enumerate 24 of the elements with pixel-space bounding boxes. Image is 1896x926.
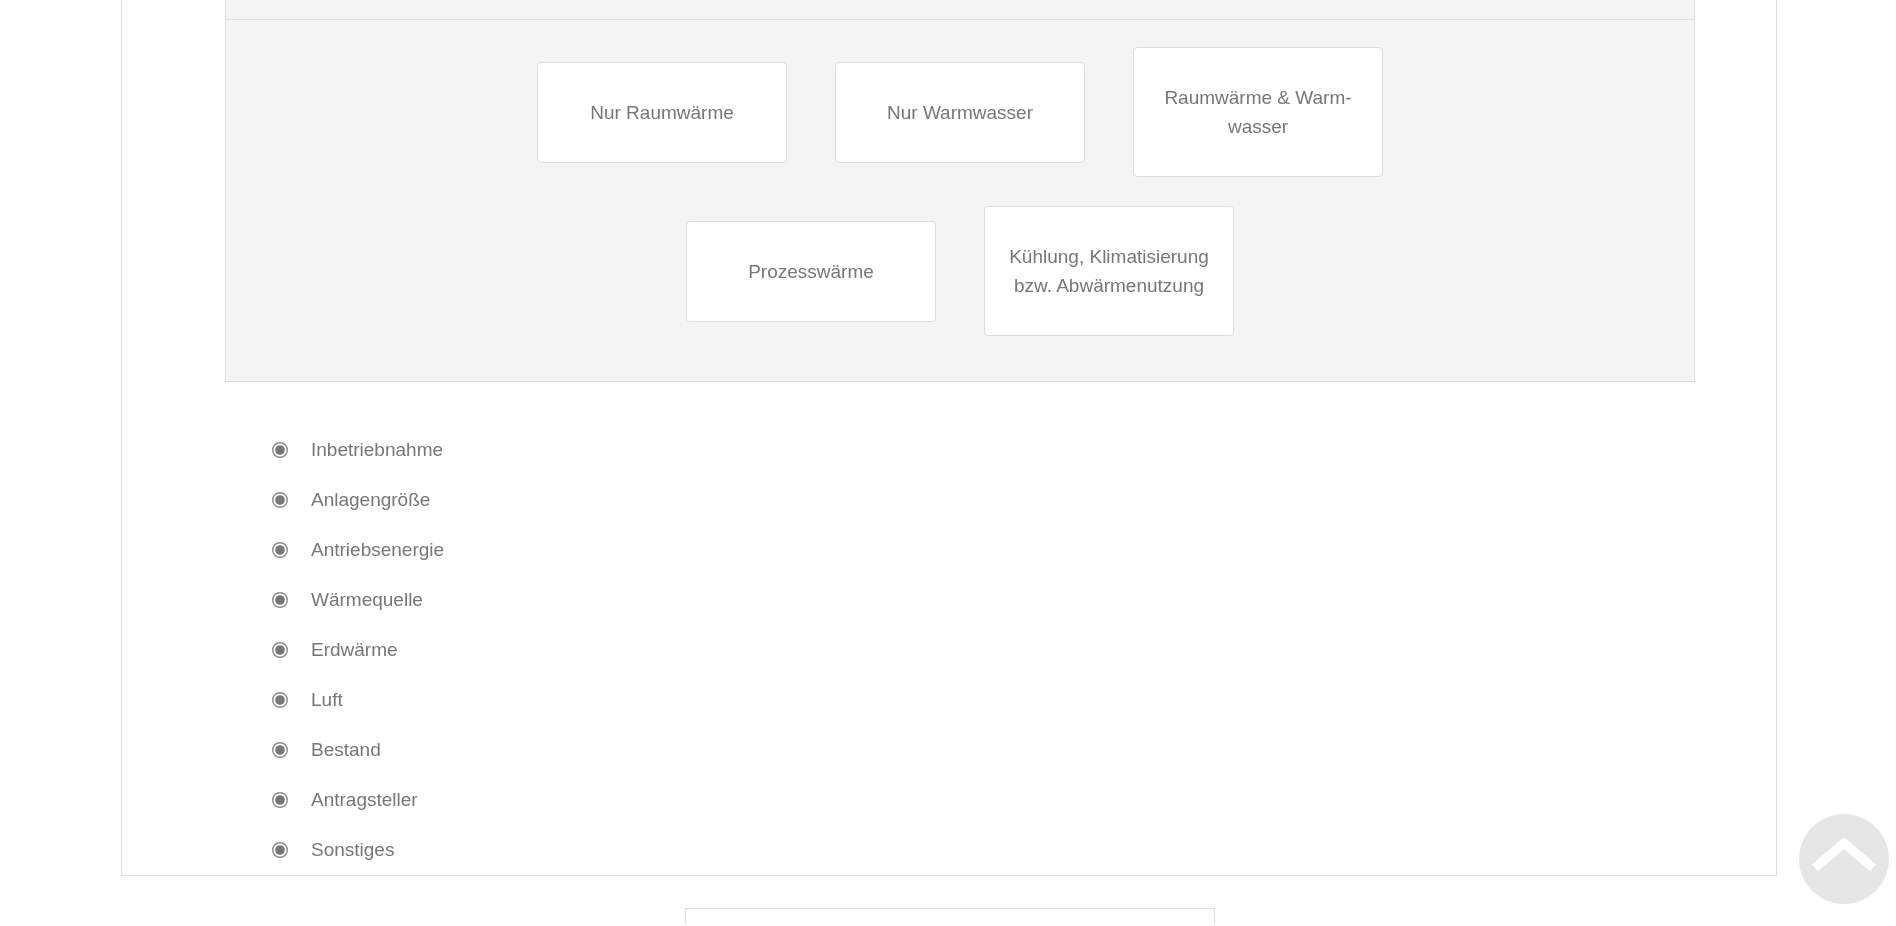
option-button[interactable]: Prozesswärme (686, 220, 936, 322)
option-button[interactable]: Kühlung, Klimatisierung bzw. Abwärmenutzung (984, 206, 1234, 336)
option-button[interactable]: Nur Warmwasser (835, 61, 1085, 163)
option-button[interactable]: Nur Raumwärme (537, 61, 787, 163)
bullet-icon (272, 492, 288, 508)
bullet-icon (272, 842, 288, 858)
section-link[interactable]: Sonstiges (311, 838, 395, 862)
chevron-up-icon (1812, 838, 1876, 872)
bullet-icon (272, 442, 288, 458)
section-link[interactable]: Antragsteller (311, 788, 418, 812)
bullet-icon (272, 592, 288, 608)
section-link[interactable]: Erdwärme (311, 638, 398, 662)
bullet-icon (272, 792, 288, 808)
section-link[interactable]: Bestand (311, 738, 381, 762)
bullet-icon (272, 742, 288, 758)
option-button[interactable]: Raumwärme & Warm-wasser (1133, 47, 1383, 177)
bullet-icon (272, 542, 288, 558)
bullet-icon (272, 642, 288, 658)
section-link[interactable]: Luft (311, 688, 343, 712)
section-link[interactable]: Inbetriebnahme (311, 438, 444, 462)
section-link[interactable]: Anlagengröße (311, 488, 431, 512)
bullet-icon (272, 692, 288, 708)
section-link[interactable]: Wärmequelle (311, 588, 423, 612)
section-link[interactable]: Antriebsenergie (311, 538, 445, 562)
